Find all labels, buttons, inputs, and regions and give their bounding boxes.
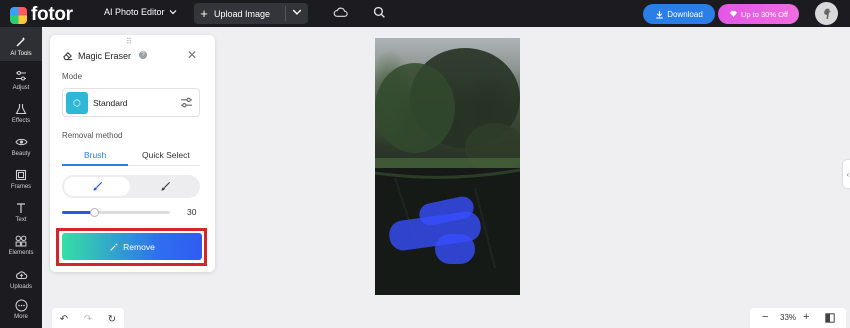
- chevron-down-icon: [169, 10, 176, 15]
- mode-value: Standard: [93, 98, 128, 108]
- redo-icon[interactable]: ↷: [84, 314, 92, 325]
- tab-brush[interactable]: Brush: [84, 150, 106, 160]
- sidebar-item-beauty[interactable]: Beauty: [0, 135, 42, 157]
- logo-mark-icon: [10, 6, 27, 24]
- photo-canvas[interactable]: [375, 38, 520, 295]
- sidebar-item-uploads[interactable]: Uploads: [0, 268, 42, 290]
- sidebar-item-label: AI Tools: [10, 51, 32, 57]
- zoom-in-icon[interactable]: +: [803, 311, 809, 323]
- chevron-down-icon[interactable]: [292, 7, 302, 17]
- flask-icon: [14, 102, 28, 116]
- brush-eraser-icon: [160, 181, 170, 191]
- upload-label: Upload Image: [214, 8, 271, 19]
- frame-icon: [14, 168, 28, 182]
- sidebar-item-label: Elements: [8, 250, 34, 256]
- tab-quick-select[interactable]: Quick Select: [142, 150, 190, 160]
- magic-eraser-panel: ⠿ Magic Eraser ? ✕ Mode ⬡ Standard Remov…: [50, 35, 215, 272]
- shapes-icon: [14, 234, 28, 248]
- brush-size-value: 30: [187, 207, 197, 217]
- active-tab-indicator: [62, 164, 128, 166]
- brush-erase-button[interactable]: [132, 177, 198, 196]
- sidebar-item-effects[interactable]: Effects: [0, 102, 42, 124]
- left-toolbar: AI Tools Adjust Effects Beauty Frames Te…: [0, 27, 42, 328]
- sidebar-item-label: Effects: [11, 118, 31, 124]
- help-icon[interactable]: ?: [139, 51, 147, 59]
- more-icon: [14, 298, 28, 312]
- brush-add-button[interactable]: [64, 177, 130, 196]
- sidebar-item-text[interactable]: Text: [0, 201, 42, 223]
- chevron-left-icon[interactable]: ‹: [843, 160, 850, 188]
- download-icon: [656, 10, 663, 18]
- divider: [285, 6, 286, 21]
- mode-label: Mode: [62, 72, 83, 81]
- sidebar-item-more[interactable]: More: [0, 298, 42, 320]
- sidebar-item-label: Adjust: [12, 85, 30, 91]
- mode-selector[interactable]: ⬡ Standard: [62, 88, 200, 117]
- download-label: Download: [667, 9, 703, 19]
- sidebar-item-label: Text: [15, 217, 27, 223]
- cloud-upload-icon: [14, 268, 28, 282]
- editor-menu-label: AI Photo Editor: [104, 7, 165, 17]
- ai-photo-editor-menu[interactable]: AI Photo Editor: [104, 7, 177, 17]
- download-button[interactable]: Download: [643, 4, 715, 24]
- eraser-icon: [63, 52, 73, 61]
- settings-sliders-icon[interactable]: [180, 96, 193, 109]
- promo-button[interactable]: Up to 30% Off: [718, 4, 799, 24]
- logo-text: fotor: [31, 4, 73, 25]
- search-icon[interactable]: [373, 6, 386, 19]
- remove-label: Remove: [123, 241, 155, 252]
- brush-icon: [92, 181, 102, 191]
- eraser-mask: [435, 234, 475, 264]
- brush-mode-toggle: [62, 175, 200, 198]
- drag-handle-icon[interactable]: ⠿: [126, 37, 133, 46]
- zoom-controls: − 33% +: [750, 308, 846, 328]
- plus-icon: +: [200, 6, 208, 21]
- panel-title: Magic Eraser: [78, 51, 132, 61]
- cloud-icon[interactable]: [333, 6, 348, 19]
- avatar[interactable]: [815, 2, 838, 25]
- magic-wand-icon: [14, 35, 28, 49]
- fotor-logo[interactable]: fotor: [10, 4, 73, 26]
- cube-icon: ⬡: [66, 92, 88, 114]
- sidebar-item-label: Uploads: [9, 284, 32, 290]
- zoom-out-icon[interactable]: −: [762, 311, 768, 323]
- zoom-level[interactable]: 33%: [780, 313, 796, 322]
- bird-icon: [823, 8, 831, 19]
- sidebar-item-elements[interactable]: Elements: [0, 234, 42, 256]
- sidebar-item-frames[interactable]: Frames: [0, 168, 42, 190]
- undo-icon[interactable]: ↶: [60, 314, 68, 325]
- eye-icon: [14, 135, 28, 149]
- remove-button[interactable]: Remove: [62, 233, 202, 260]
- brush-size-slider[interactable]: [62, 208, 170, 217]
- magic-wand-icon: [110, 242, 119, 251]
- sidebar-item-adjust[interactable]: Adjust: [0, 69, 42, 91]
- upload-image-button[interactable]: + Upload Image: [194, 3, 308, 24]
- sliders-icon: [14, 69, 28, 83]
- close-icon[interactable]: ✕: [187, 48, 197, 62]
- reset-icon[interactable]: ↻: [108, 314, 116, 325]
- removal-method-label: Removal method: [62, 131, 123, 140]
- sidebar-item-ai-tools[interactable]: AI Tools: [0, 27, 42, 61]
- top-bar: fotor AI Photo Editor + Upload Image Dow…: [0, 0, 850, 27]
- sidebar-item-label: More: [14, 314, 28, 320]
- promo-label: Up to 30% Off: [741, 9, 788, 19]
- split-view-icon[interactable]: [825, 313, 835, 325]
- sidebar-item-label: Beauty: [11, 151, 31, 157]
- history-toolbar: ↶ ↷ ↻: [52, 308, 124, 328]
- slider-handle[interactable]: [89, 208, 99, 217]
- sidebar-item-label: Frames: [10, 184, 32, 190]
- text-icon: [14, 201, 28, 215]
- diamond-icon: [729, 10, 738, 18]
